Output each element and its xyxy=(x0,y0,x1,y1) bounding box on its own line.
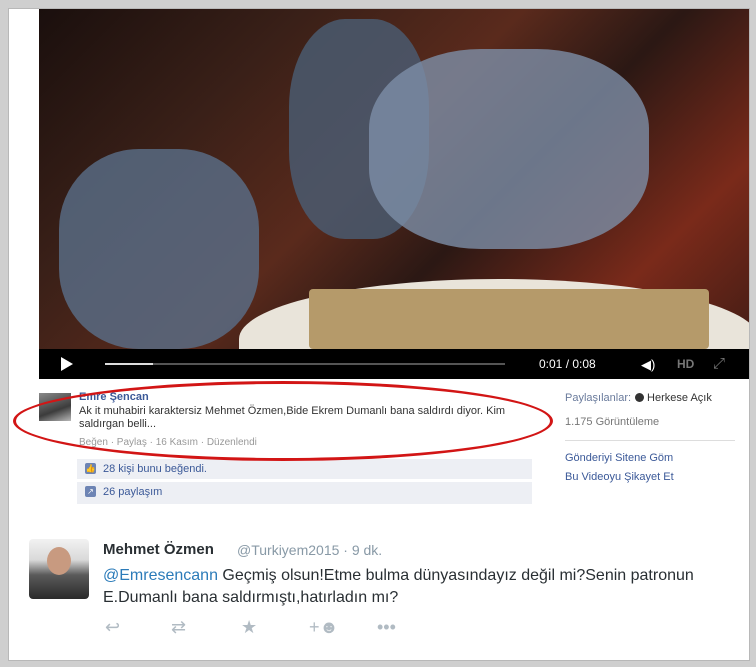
shares-row[interactable]: ↗ 26 paylaşım xyxy=(77,482,532,504)
share-icon: ↗ xyxy=(85,486,96,497)
follow-icon[interactable]: +☻ xyxy=(309,617,338,638)
tweet-text: @Emresencann Geçmiş olsun!Etme bulma dün… xyxy=(103,565,703,609)
favorite-icon[interactable]: ★ xyxy=(241,617,257,638)
views-count: 1.175 Görüntüleme xyxy=(565,416,660,428)
tweet-author-name[interactable]: Mehmet Özmen xyxy=(103,541,214,558)
video-food-tray xyxy=(309,289,709,349)
reply-icon[interactable]: ↩ xyxy=(105,617,120,638)
video-controls: 0:01 / 0:08 ◀) HD ⤢ xyxy=(39,349,749,379)
likes-count[interactable]: 28 kişi bunu beğendi. xyxy=(103,463,207,475)
progress-fill xyxy=(105,363,153,365)
avatar-head xyxy=(47,547,71,575)
audience-row: Paylaşılanlar: Herkese Açık xyxy=(565,392,712,404)
more-icon[interactable]: ••• xyxy=(377,617,396,638)
likes-row[interactable]: 👍 28 kişi bunu beğendi. xyxy=(77,459,532,479)
divider xyxy=(565,440,735,441)
fullscreen-icon[interactable]: ⤢ xyxy=(713,355,725,372)
retweet-icon[interactable]: ⇄ xyxy=(171,617,186,638)
tweet-handle-time[interactable]: @Turkiyem2015 · 9 dk. xyxy=(237,542,382,558)
report-link[interactable]: Bu Videoyu Şikayet Et xyxy=(565,471,674,483)
progress-bar[interactable] xyxy=(105,363,505,365)
screenshot-frame: 0:01 / 0:08 ◀) HD ⤢ Emre Şencan Ak it mu… xyxy=(8,8,750,661)
audience-value[interactable]: Herkese Açık xyxy=(647,392,712,404)
video-player[interactable]: 0:01 / 0:08 ◀) HD ⤢ xyxy=(39,9,749,379)
hd-button[interactable]: HD xyxy=(677,357,694,371)
time-display: 0:01 / 0:08 xyxy=(539,357,596,371)
shared-with-label: Paylaşılanlar: xyxy=(565,392,632,404)
volume-icon[interactable]: ◀) xyxy=(641,357,655,373)
shares-count[interactable]: 26 paylaşım xyxy=(103,486,162,498)
tweet-mention[interactable]: @Emresencann xyxy=(103,567,218,584)
embed-link[interactable]: Gönderiyi Sitene Göm xyxy=(565,452,673,464)
globe-icon xyxy=(635,393,645,402)
like-icon: 👍 xyxy=(85,463,96,474)
avatar[interactable] xyxy=(29,539,89,599)
highlight-ellipse xyxy=(13,381,553,461)
play-icon[interactable] xyxy=(61,357,73,371)
video-figure-left xyxy=(59,149,259,349)
video-figure-right xyxy=(369,49,649,249)
